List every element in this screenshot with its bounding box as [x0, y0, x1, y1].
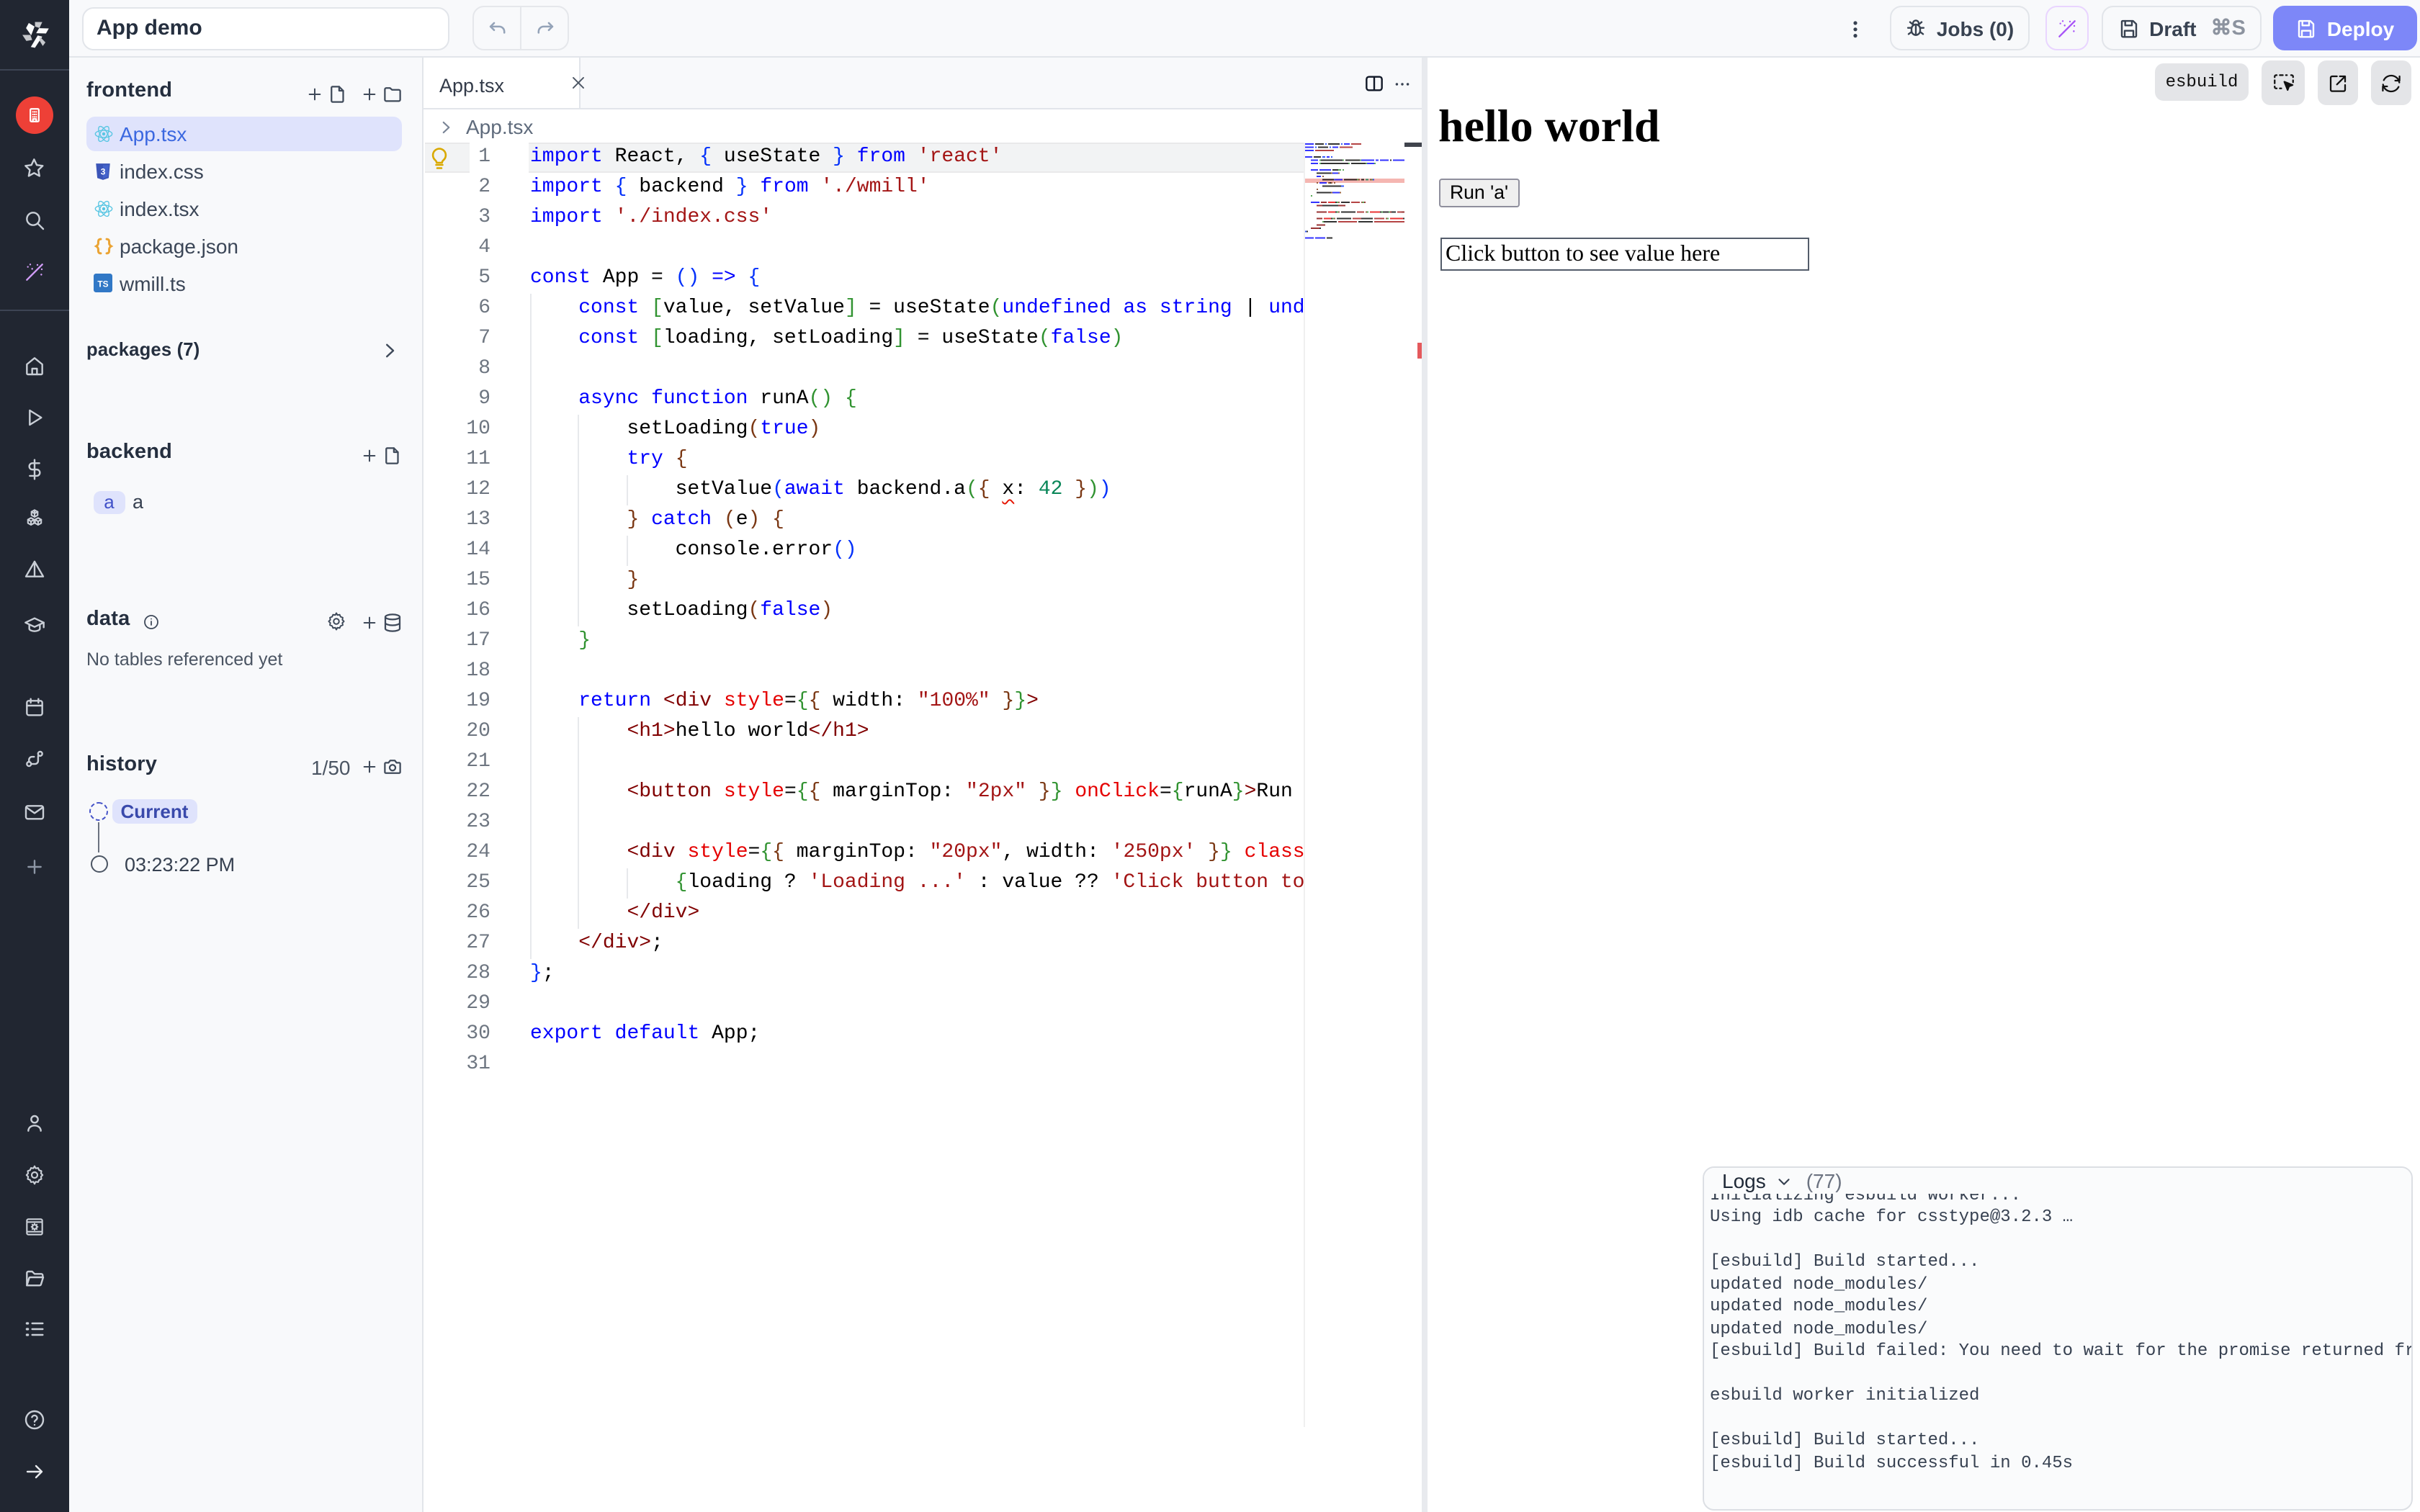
svg-text:3: 3	[101, 166, 106, 176]
svg-text:TS: TS	[97, 279, 108, 289]
